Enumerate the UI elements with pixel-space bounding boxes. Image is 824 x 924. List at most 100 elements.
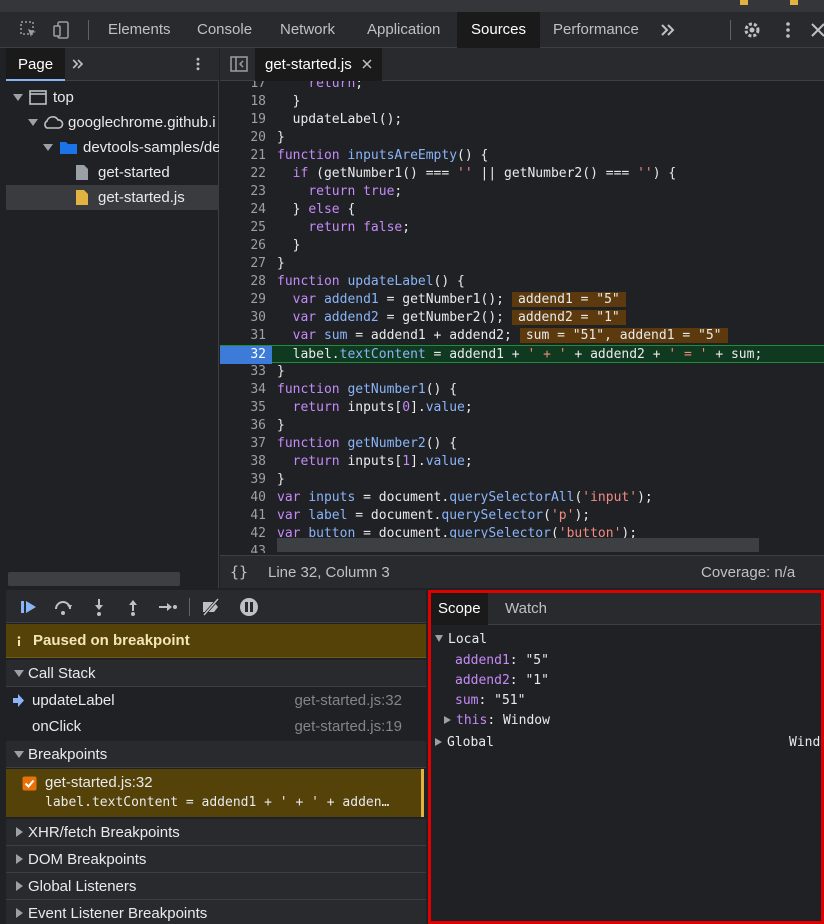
deactivate-breakpoints-icon[interactable] [200,596,222,618]
call-frame-current[interactable]: updateLabel get-started.js:32 [6,688,426,714]
call-frame-location[interactable]: get-started.js:32 [294,688,402,714]
line-number[interactable]: 36 [220,417,268,435]
code-line[interactable]: 23 return true; [220,183,824,201]
line-number[interactable]: 43 [220,543,268,553]
tree-item-top[interactable]: top [6,85,219,110]
line-number[interactable]: 32 [220,346,272,364]
pause-on-exceptions-icon[interactable] [238,596,260,618]
scope-variable[interactable]: addend1: "5" [455,651,824,671]
tab-network[interactable]: Network [266,12,349,48]
gear-icon[interactable] [742,20,762,40]
code-line[interactable]: 34 function getNumber1() { [220,381,824,399]
expand-arrow-icon[interactable] [28,119,38,126]
line-number[interactable]: 22 [220,165,268,183]
code-line[interactable]: 21 function inputsAreEmpty() { [220,147,824,165]
tree-item-file[interactable]: get-started [6,160,219,185]
line-number[interactable]: 34 [220,381,268,399]
tab-application[interactable]: Application [353,12,454,48]
code-line[interactable]: 30 var addend2 = getNumber2(); addend2 = … [220,309,824,327]
code-line[interactable]: 20} [220,129,824,147]
code-line[interactable]: 39} [220,471,824,489]
tab-performance[interactable]: Performance [539,12,653,48]
line-number[interactable]: 26 [220,237,268,255]
tab-watch[interactable]: Watch [498,593,554,625]
breakpoint-item[interactable]: get-started.js:32 label.textContent = ad… [6,769,424,817]
tree-item-file-selected[interactable]: get-started.js [6,185,219,210]
code-line[interactable]: 31 var sum = addend1 + addend2; sum = "51… [220,327,824,345]
code-line[interactable]: 25 return false; [220,219,824,237]
line-number[interactable]: 37 [220,435,268,453]
code-line[interactable]: 40 var inputs = document.querySelectorAll… [220,489,824,507]
line-number[interactable]: 30 [220,309,268,327]
code-line[interactable]: 22 if (getNumber1() === '' || getNumber2… [220,165,824,183]
line-number[interactable]: 40 [220,489,268,507]
section-breakpoints[interactable]: Breakpoints [6,741,426,768]
pretty-print-button[interactable]: {} [230,556,248,589]
line-number[interactable]: 27 [220,255,268,273]
code-lines[interactable]: 17 return; 18 } 19 updateLabel(); 20} 21 func… [220,81,824,553]
section-xhr-breakpoints[interactable]: XHR/fetch Breakpoints [6,819,426,846]
tab-page[interactable]: Page [6,48,66,81]
expand-arrow-icon[interactable] [13,94,23,101]
code-line[interactable]: 35 return inputs[0].value; [220,399,824,417]
call-frame-location[interactable]: get-started.js:19 [294,714,402,740]
line-number[interactable]: 29 [220,291,268,309]
editor-tab-get-started-js[interactable]: get-started.js [255,48,382,81]
code-line-current[interactable]: 32 label.textContent = addend1 + ' + ' +… [220,345,824,364]
line-number[interactable]: 17 [220,81,268,93]
step-into-icon[interactable] [88,596,110,618]
more-options-icon[interactable] [190,56,206,72]
section-global-listeners[interactable]: Global Listeners [6,873,426,900]
scope-variable[interactable]: sum: "51" [455,691,824,711]
tab-elements[interactable]: Elements [94,12,185,48]
line-number[interactable]: 42 [220,525,268,543]
toggle-navigator-icon[interactable] [230,56,248,72]
code-line[interactable]: 41 var label = document.querySelector('p'… [220,507,824,525]
code-line[interactable]: 33} [220,363,824,381]
double-chevron-right-icon[interactable] [658,20,678,40]
step-icon[interactable] [156,596,178,618]
tab-scope[interactable]: Scope [431,593,488,625]
section-call-stack[interactable]: Call Stack [6,660,426,687]
scope-variable[interactable]: addend2: "1" [455,671,824,691]
line-number[interactable]: 18 [220,93,268,111]
code-line[interactable]: 17 return; [220,81,824,93]
code-line[interactable]: 37 function getNumber2() { [220,435,824,453]
line-number[interactable]: 28 [220,273,268,291]
line-number[interactable]: 20 [220,129,268,147]
line-number[interactable]: 21 [220,147,268,165]
code-line[interactable]: 24 } else { [220,201,824,219]
code-line[interactable]: 18 } [220,93,824,111]
step-over-icon[interactable] [52,596,74,618]
call-frame[interactable]: onClick get-started.js:19 [6,714,426,740]
step-out-icon[interactable] [122,596,144,618]
line-number[interactable]: 24 [220,201,268,219]
breakpoint-checkbox[interactable] [22,776,37,791]
scope-this[interactable]: this: Window [444,711,824,731]
horizontal-scrollbar[interactable] [277,538,759,552]
tree-item-folder[interactable]: devtools-samples/de [6,135,219,160]
tree-item-domain[interactable]: googlechrome.github.i [6,110,219,135]
device-toolbar-icon[interactable] [52,20,72,40]
line-number[interactable]: 33 [220,363,268,381]
close-icon[interactable] [362,59,372,69]
line-number[interactable]: 38 [220,453,268,471]
inspect-element-icon[interactable] [19,20,39,40]
code-line[interactable]: 36} [220,417,824,435]
line-number[interactable]: 41 [220,507,268,525]
tab-sources[interactable]: Sources [457,12,541,48]
tab-console[interactable]: Console [183,12,266,48]
more-options-icon[interactable] [778,20,798,40]
line-number[interactable]: 35 [220,399,268,417]
line-number[interactable]: 39 [220,471,268,489]
code-line[interactable]: 26 } [220,237,824,255]
line-number[interactable]: 31 [220,327,268,345]
code-line[interactable]: 27} [220,255,824,273]
close-icon[interactable] [808,20,824,40]
double-chevron-right-icon[interactable] [70,56,86,72]
code-line[interactable]: 19 updateLabel(); [220,111,824,129]
section-dom-breakpoints[interactable]: DOM Breakpoints [6,846,426,873]
line-number[interactable]: 25 [220,219,268,237]
expand-arrow-icon[interactable] [43,144,53,151]
code-line[interactable]: 38 return inputs[1].value; [220,453,824,471]
